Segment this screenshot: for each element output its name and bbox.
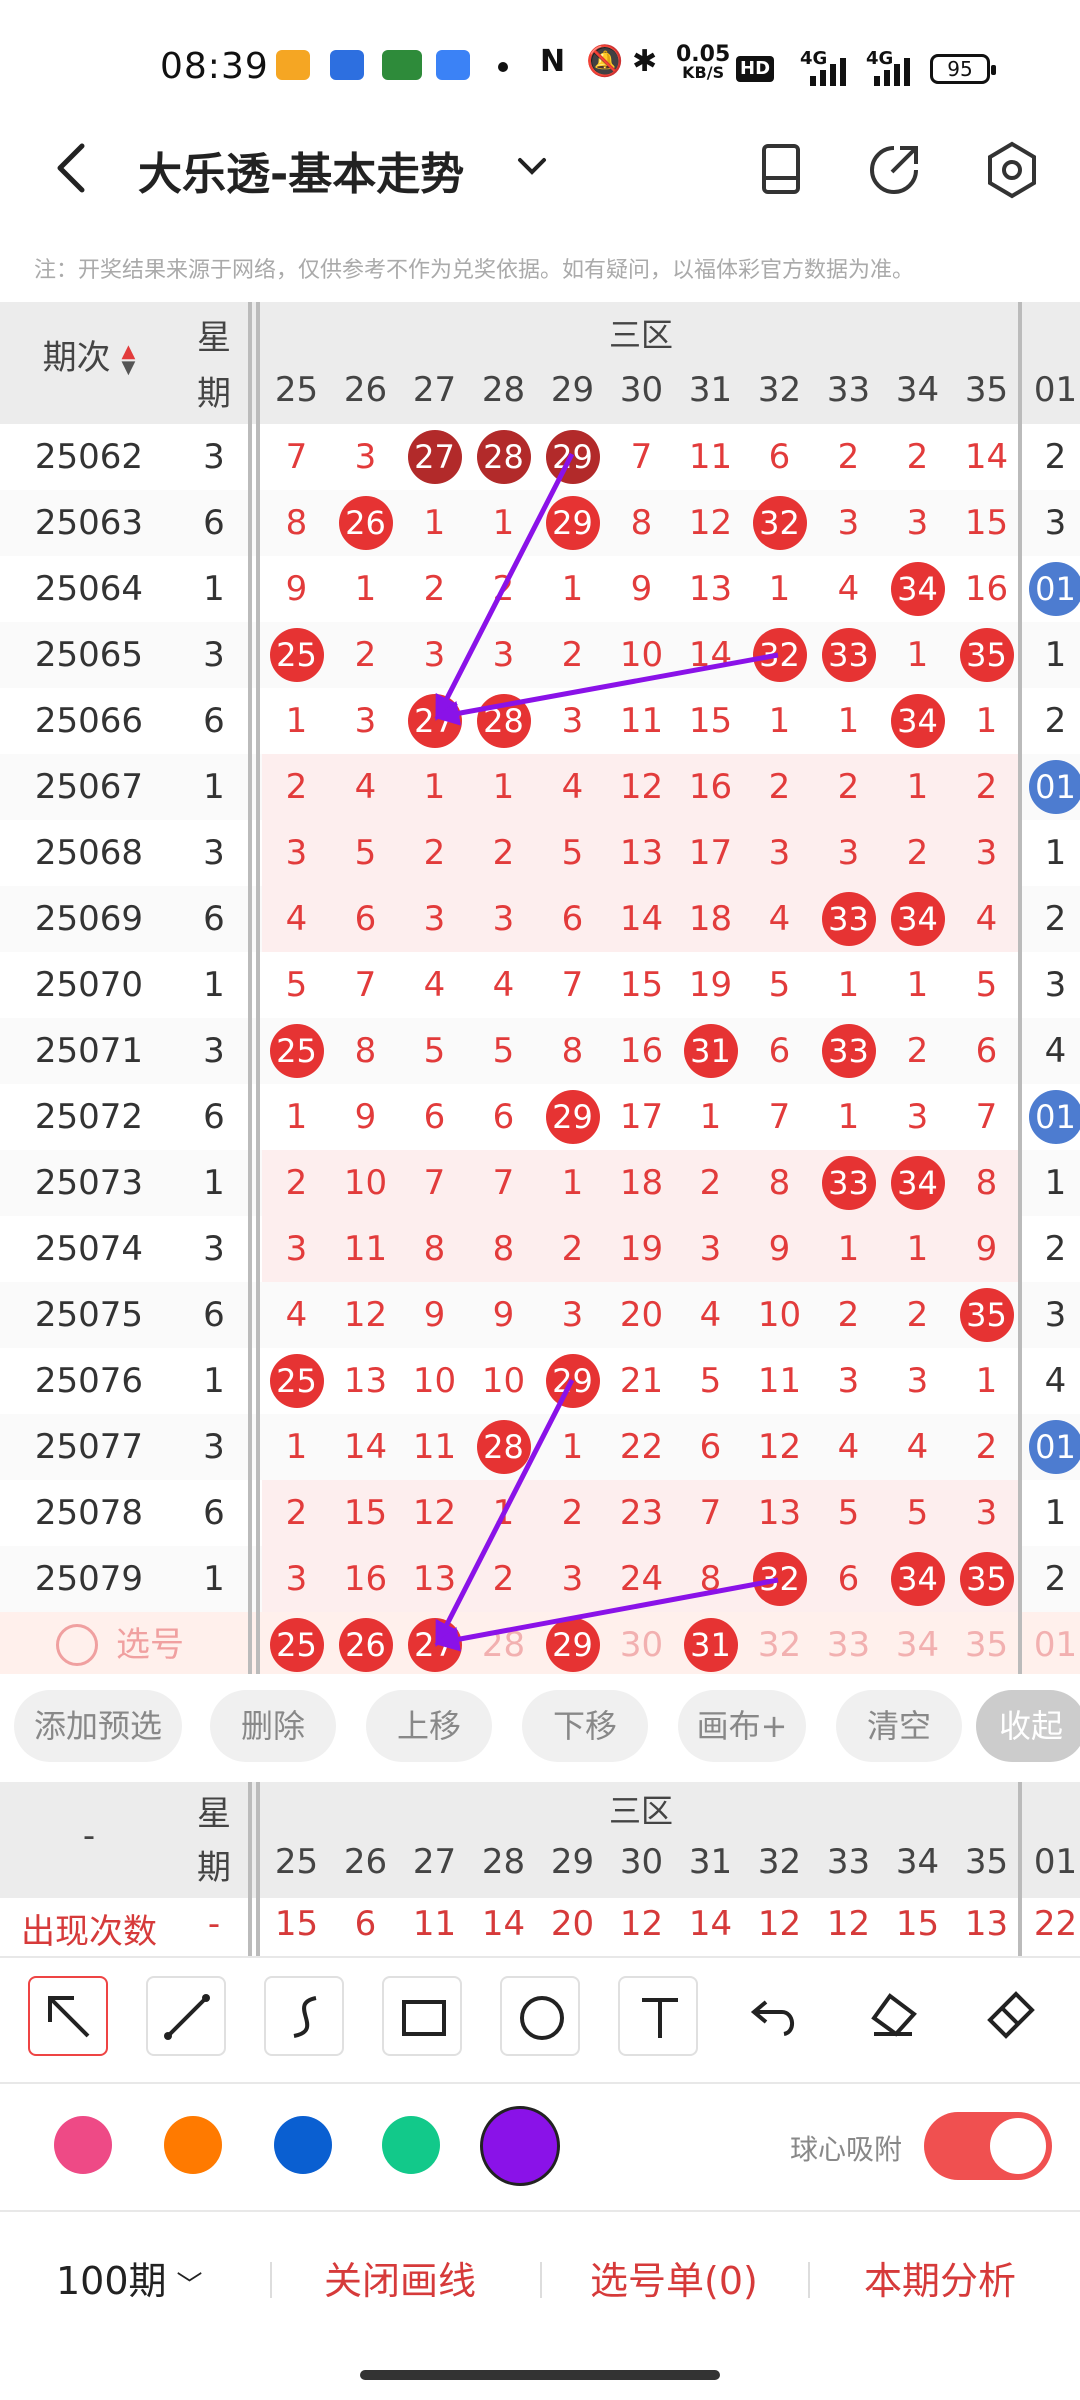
stats-column-header: 33	[826, 1842, 871, 1882]
add-preselect-button[interactable]: 添加预选	[14, 1690, 182, 1762]
stats-column-header: 28	[481, 1842, 526, 1882]
stats-column-header: 26	[343, 1842, 388, 1882]
status-time: 08:39	[160, 46, 269, 87]
home-indicator[interactable]	[360, 2370, 720, 2380]
device-icon[interactable]	[754, 140, 814, 200]
net-speed-value: 0.05	[676, 42, 731, 67]
stats-column-header: 27	[412, 1842, 457, 1882]
stats-value: 11	[412, 1904, 457, 1944]
hd-icon: HD	[736, 56, 775, 82]
stats-column-header: 32	[757, 1842, 802, 1882]
signal-bars-icon-2	[874, 58, 910, 86]
stats-value: 6	[354, 1904, 377, 1944]
share-icon[interactable]	[864, 140, 924, 200]
stats-column-header: 30	[619, 1842, 664, 1882]
line-tool-icon[interactable]	[146, 1976, 226, 2056]
rectangle-tool-icon[interactable]	[382, 1976, 462, 2056]
color-pink[interactable]	[54, 2116, 112, 2174]
bluetooth-icon: ✱	[632, 44, 658, 79]
stats-value: 14	[481, 1904, 526, 1944]
app-notification-icon	[276, 50, 310, 80]
bottom-divider-2	[540, 2262, 542, 2298]
color-orange[interactable]	[164, 2116, 222, 2174]
select-list-button[interactable]: 选号单(0)	[590, 2250, 758, 2305]
drawn-lines	[434, 452, 779, 1652]
net-speed-unit: KB/S	[682, 63, 725, 82]
eraser-icon[interactable]	[854, 1976, 934, 2056]
stats-divider-2	[256, 1782, 260, 1956]
stats-table: - 星 期 三区 25 26 27 28 29 30 31 32 33 34 35 01 出现次数 -…	[0, 1782, 1080, 1956]
chevron-down-icon[interactable]	[516, 154, 548, 178]
stats-value: 14	[688, 1904, 733, 1944]
mute-icon: 🔕	[586, 44, 624, 79]
color-blue[interactable]	[274, 2116, 332, 2174]
snap-toggle-knob	[990, 2118, 1046, 2174]
brush-clear-icon[interactable]	[972, 1976, 1052, 2056]
period-selector[interactable]: 100期 ﹀	[56, 2250, 203, 2305]
page-title[interactable]: 大乐透-基本走势	[138, 138, 464, 202]
settings-icon[interactable]	[982, 140, 1042, 200]
circle-tool-icon[interactable]	[500, 1976, 580, 2056]
stats-value: 12	[619, 1904, 664, 1944]
stats-column-header: 31	[688, 1842, 733, 1882]
oppo-notification-icon	[382, 50, 422, 80]
select-arrow-tool-icon[interactable]	[28, 1976, 108, 2056]
stats-issue-header: -	[82, 1816, 96, 1856]
stats-column-header: 25	[274, 1842, 319, 1882]
clear-button[interactable]: 清空	[836, 1690, 962, 1762]
stats-week-header-1: 星	[197, 1794, 231, 1834]
canvas-plus-button[interactable]: 画布+	[678, 1690, 806, 1762]
close-lines-button[interactable]: 关闭画线	[324, 2250, 476, 2305]
stats-column-header: 35	[964, 1842, 1009, 1882]
nfc-icon: N	[540, 44, 566, 79]
stats-value: 15	[274, 1904, 319, 1944]
bottom-divider-3	[808, 2262, 810, 2298]
stats-column-header: 34	[895, 1842, 940, 1882]
stats-value: 12	[757, 1904, 802, 1944]
stats-row-week: -	[207, 1904, 221, 1944]
stats-value: 12	[826, 1904, 871, 1944]
move-down-button[interactable]: 下移	[522, 1690, 648, 1762]
app2-notification-icon	[436, 50, 470, 80]
trend-table[interactable]: 期次 ▲ ▼ 星 期 三区 25 26 27 28 29 30 31 32 33 34 35 01 25…	[0, 302, 1080, 1674]
move-up-button[interactable]: 上移	[366, 1690, 492, 1762]
status-bar: 08:39 N 🔕 ✱ 0.05 KB/S HD 4G 4G 95	[0, 0, 1080, 120]
stats-value: 20	[550, 1904, 595, 1944]
stats-week-header-2: 期	[197, 1848, 231, 1888]
snap-label: 球心吸附	[790, 2133, 903, 2166]
curve-tool-icon[interactable]	[264, 1976, 344, 2056]
baidu-notification-icon	[330, 50, 364, 80]
battery-icon: 95	[930, 54, 996, 84]
stats-column-header: 29	[550, 1842, 595, 1882]
text-tool-icon[interactable]	[618, 1976, 698, 2056]
chevron-down-icon: ﹀	[176, 2271, 203, 2301]
net-speed: 0.05 KB/S	[676, 42, 731, 82]
delete-button[interactable]: 删除	[210, 1690, 336, 1762]
stats-divider	[248, 1782, 252, 1956]
stats-value: 13	[964, 1904, 1009, 1944]
divider	[0, 1956, 1080, 1958]
stats-value: 15	[895, 1904, 940, 1944]
period-analysis-button[interactable]: 本期分析	[864, 2250, 1016, 2305]
collapse-button[interactable]: 收起	[976, 1690, 1080, 1762]
stats-value: 22	[1033, 1904, 1078, 1944]
stats-row-label: 出现次数	[21, 1912, 157, 1952]
divider-3	[0, 2210, 1080, 2212]
stats-zone-header: 三区	[608, 1792, 673, 1830]
stats-column-header: 01	[1033, 1842, 1078, 1882]
snap-toggle[interactable]	[924, 2112, 1052, 2180]
back-icon[interactable]	[52, 140, 92, 196]
disclaimer-notice: 注：开奖结果来源于网络，仅供参考不作为兑奖依据。如有疑问，以福体彩官方数据为准。	[34, 258, 915, 283]
bottom-divider-1	[270, 2262, 272, 2298]
undo-icon[interactable]	[736, 1976, 816, 2056]
divider-2	[0, 2082, 1080, 2084]
color-green[interactable]	[382, 2116, 440, 2174]
period-label: 100期	[56, 2259, 167, 2303]
color-purple-selected[interactable]	[480, 2106, 560, 2186]
dot-icon	[498, 62, 508, 72]
signal-bars-icon-1	[810, 58, 846, 86]
stats-zone-divider	[1018, 1782, 1022, 1956]
